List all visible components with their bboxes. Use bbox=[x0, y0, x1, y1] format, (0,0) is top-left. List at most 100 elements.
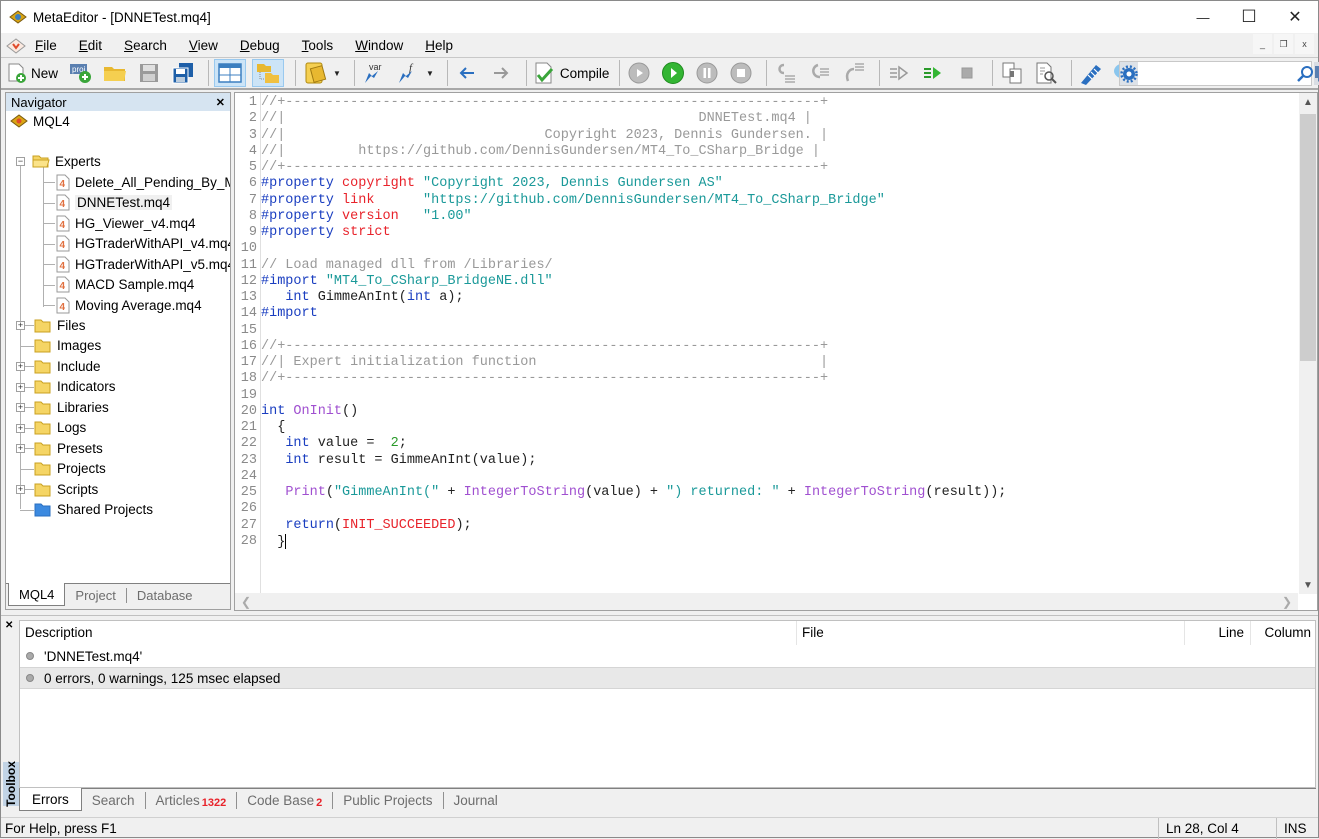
styler-dropdown[interactable]: ▼ bbox=[333, 69, 341, 78]
expand-folder-toggle[interactable]: + bbox=[16, 444, 25, 453]
menu-search[interactable]: Search bbox=[124, 38, 178, 53]
styler-button[interactable] bbox=[301, 59, 329, 87]
stop-profiling-button[interactable] bbox=[953, 59, 981, 87]
column-description[interactable]: Description bbox=[20, 620, 797, 645]
code-line[interactable]: #import "MT4_To_CSharp_BridgeNE.dll" bbox=[261, 274, 553, 290]
column-line[interactable]: Line bbox=[1185, 620, 1251, 645]
compile-button[interactable]: Compile bbox=[532, 59, 611, 87]
new-button[interactable]: New bbox=[5, 59, 59, 87]
tree-file-item[interactable]: 4 MACD Sample.mq4 bbox=[56, 275, 194, 295]
expand-folder-toggle[interactable]: + bbox=[16, 362, 25, 371]
column-file[interactable]: File bbox=[797, 620, 1185, 645]
maximize-button[interactable]: ☐ bbox=[1226, 1, 1272, 33]
toolbox-close-button[interactable]: ✕ bbox=[5, 620, 13, 631]
toolbox-tab-search[interactable]: Search bbox=[82, 789, 145, 811]
save-all-button[interactable] bbox=[169, 59, 197, 87]
tree-file-item[interactable]: 4 Moving Average.mq4 bbox=[56, 295, 202, 315]
run-to-cursor-button[interactable] bbox=[885, 59, 913, 87]
code-area[interactable]: //+-------------------------------------… bbox=[261, 93, 1298, 594]
code-line[interactable]: Print("GimmeAnInt(" + IntegerToString(va… bbox=[261, 485, 1006, 501]
code-editor[interactable]: 1 2 3 4 5 6 7 8 9 10 11 12 13 14 15 16 17 18 19 20 21 22 23 24 2… bbox=[234, 92, 1318, 611]
code-line[interactable]: #property strict bbox=[261, 225, 391, 241]
code-line[interactable]: //+-------------------------------------… bbox=[261, 95, 828, 111]
expand-folder-toggle[interactable]: + bbox=[16, 485, 25, 494]
scroll-right-icon[interactable]: ❯ bbox=[1282, 595, 1292, 609]
expand-folder-toggle[interactable]: + bbox=[16, 321, 25, 330]
column-column[interactable]: Column bbox=[1251, 621, 1315, 645]
toolbox-toggle-button[interactable] bbox=[252, 59, 285, 87]
document-restore-button[interactable]: ❐ bbox=[1274, 34, 1293, 54]
expand-folder-toggle[interactable]: + bbox=[16, 382, 25, 392]
code-line[interactable]: #import bbox=[261, 306, 318, 322]
tree-file-item[interactable]: 4 HGTraderWithAPI_v4.mq4 bbox=[56, 234, 230, 254]
code-line[interactable]: int GimmeAnInt(int a); bbox=[261, 290, 463, 306]
insert-function-button[interactable]: f bbox=[394, 59, 422, 87]
expand-folder-toggle[interactable]: + bbox=[16, 403, 25, 412]
step-into-button[interactable] bbox=[772, 59, 800, 87]
tree-folder-experts[interactable]: Experts bbox=[32, 151, 101, 171]
forward-button[interactable] bbox=[487, 59, 515, 87]
navigator-toggle-button[interactable] bbox=[214, 59, 247, 87]
collapse-experts-toggle[interactable]: − bbox=[16, 157, 25, 166]
menu-window[interactable]: Window bbox=[355, 38, 414, 53]
scroll-up-icon[interactable]: ▲ bbox=[1299, 93, 1317, 111]
code-line[interactable]: return(INIT_SUCCEEDED); bbox=[261, 518, 471, 534]
navigator-close-button[interactable]: ✕ bbox=[216, 96, 225, 109]
compare-button[interactable] bbox=[998, 59, 1026, 87]
navigator-tab-database[interactable]: Database bbox=[127, 584, 203, 606]
step-out-button[interactable] bbox=[840, 59, 868, 87]
vertical-scrollbar[interactable]: ▲ ▼ bbox=[1299, 93, 1317, 594]
tree-file-item[interactable]: 4 HGTraderWithAPI_v5.mq4 bbox=[56, 254, 230, 274]
tree-folder-include[interactable]: Include bbox=[34, 356, 101, 376]
toolbox-tab-errors[interactable]: Errors bbox=[19, 788, 82, 811]
code-line[interactable]: } bbox=[261, 533, 287, 550]
tree-root-mql4[interactable]: MQL4 bbox=[10, 111, 70, 131]
toolbox-tab-public-projects[interactable]: Public Projects bbox=[333, 789, 442, 811]
tree-folder-projects[interactable]: Projects bbox=[34, 459, 106, 479]
save-button[interactable] bbox=[135, 59, 163, 87]
start-debug-button[interactable] bbox=[659, 59, 687, 87]
document-minimize-button[interactable]: _ bbox=[1253, 34, 1272, 54]
restart-debug-button[interactable] bbox=[625, 59, 653, 87]
minimize-button[interactable]: — bbox=[1180, 1, 1226, 33]
horizontal-scrollbar[interactable]: ❮ ❯ bbox=[235, 593, 1298, 610]
code-line[interactable]: #property copyright "Copyright 2023, Den… bbox=[261, 176, 723, 192]
toolbox-tab-journal[interactable]: Journal bbox=[444, 789, 508, 811]
insert-variable-button[interactable]: var bbox=[360, 59, 388, 87]
close-button[interactable]: ✕ bbox=[1272, 1, 1318, 33]
tree-folder-libraries[interactable]: Libraries bbox=[34, 397, 109, 417]
code-line[interactable]: #property version "1.00" bbox=[261, 209, 472, 225]
expand-folder-toggle[interactable]: + bbox=[16, 423, 25, 433]
document-close-button[interactable]: x bbox=[1295, 34, 1314, 54]
menu-file[interactable]: File bbox=[35, 38, 68, 53]
error-row[interactable]: 'DNNETest.mq4' bbox=[20, 645, 1315, 667]
code-line[interactable]: int result = GimmeAnInt(value); bbox=[261, 453, 536, 469]
menu-help[interactable]: Help bbox=[425, 38, 464, 53]
code-line[interactable]: //| https://github.com/DennisGundersen/M… bbox=[261, 144, 820, 160]
code-line[interactable]: //| Copyright 2023, Dennis Gundersen. | bbox=[261, 128, 828, 144]
scroll-left-icon[interactable]: ❮ bbox=[241, 595, 251, 609]
step-over-button[interactable] bbox=[806, 59, 834, 87]
new-project-button[interactable]: proj bbox=[67, 59, 95, 87]
code-line[interactable]: //+-------------------------------------… bbox=[261, 160, 828, 176]
toolbox-tab-articles[interactable]: Articles 1322 bbox=[146, 789, 237, 811]
messages-button[interactable]: 5 bbox=[1314, 62, 1319, 85]
find-in-files-button[interactable] bbox=[1032, 59, 1060, 87]
search-button[interactable] bbox=[1296, 65, 1314, 83]
metatrader-button[interactable] bbox=[1077, 59, 1105, 87]
tree-folder-indicators[interactable]: Indicators bbox=[34, 377, 116, 397]
tree-folder-images[interactable]: Images bbox=[34, 336, 101, 356]
tree-file-item[interactable]: 4 DNNETest.mq4 bbox=[56, 193, 173, 213]
document-system-menu-icon[interactable] bbox=[5, 36, 27, 56]
code-line[interactable]: //+-------------------------------------… bbox=[261, 339, 828, 355]
insert-function-dropdown[interactable]: ▼ bbox=[426, 69, 434, 78]
search-input[interactable] bbox=[1138, 63, 1296, 84]
pause-debug-button[interactable] bbox=[693, 59, 721, 87]
menu-tools[interactable]: Tools bbox=[302, 38, 345, 53]
navigator-tab-project[interactable]: Project bbox=[65, 584, 125, 606]
code-line[interactable]: { bbox=[261, 420, 285, 436]
tree-folder-presets[interactable]: Presets bbox=[34, 438, 103, 458]
code-line[interactable]: // Load managed dll from /Libraries/ bbox=[261, 258, 553, 274]
tree-file-item[interactable]: 4 Delete_All_Pending_By_Ma bbox=[56, 172, 230, 192]
scroll-thumb[interactable] bbox=[1300, 114, 1316, 361]
